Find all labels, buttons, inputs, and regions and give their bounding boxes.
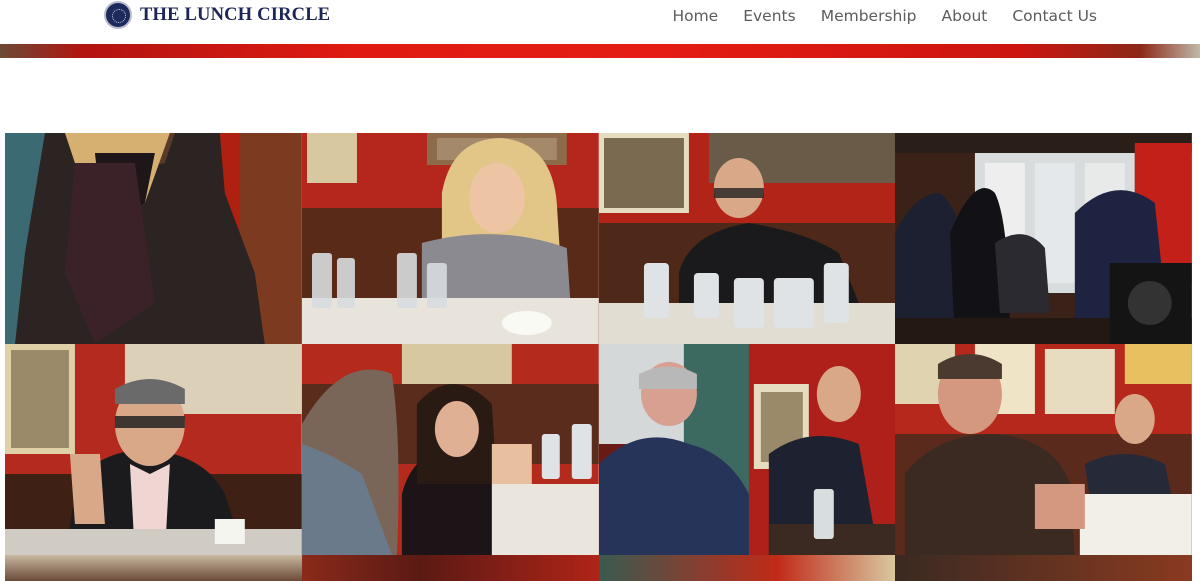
gallery-photo[interactable] [598,133,896,344]
logo-emblem-icon [104,1,132,29]
gallery-photo[interactable] [598,555,896,581]
gallery-photo[interactable] [895,555,1192,581]
gallery-photo[interactable] [598,344,896,555]
nav-about[interactable]: About [942,7,988,25]
brand-name: THE LUNCH CIRCLE [140,4,331,25]
nav-contact-us[interactable]: Contact Us [1012,7,1097,25]
gallery-photo[interactable] [5,555,302,581]
gallery-photo[interactable] [5,133,302,344]
gallery-photo[interactable] [895,344,1192,555]
gallery-photo[interactable] [301,344,599,555]
gallery-photo[interactable] [895,133,1192,344]
photo-gallery [5,133,1192,555]
gallery-photo[interactable] [301,555,599,581]
site-header: THE LUNCH CIRCLE Home Events Membership … [0,0,1200,44]
gallery-photo[interactable] [301,133,599,344]
nav-membership[interactable]: Membership [821,7,917,25]
nav-home[interactable]: Home [672,7,718,25]
main-nav: Home Events Membership About Contact Us [672,7,1097,25]
gallery-photo[interactable] [5,344,302,555]
site-logo[interactable]: THE LUNCH CIRCLE [104,1,330,29]
photo-gallery-partial-row [5,555,1192,581]
hero-banner-strip [0,44,1200,58]
nav-events[interactable]: Events [743,7,795,25]
